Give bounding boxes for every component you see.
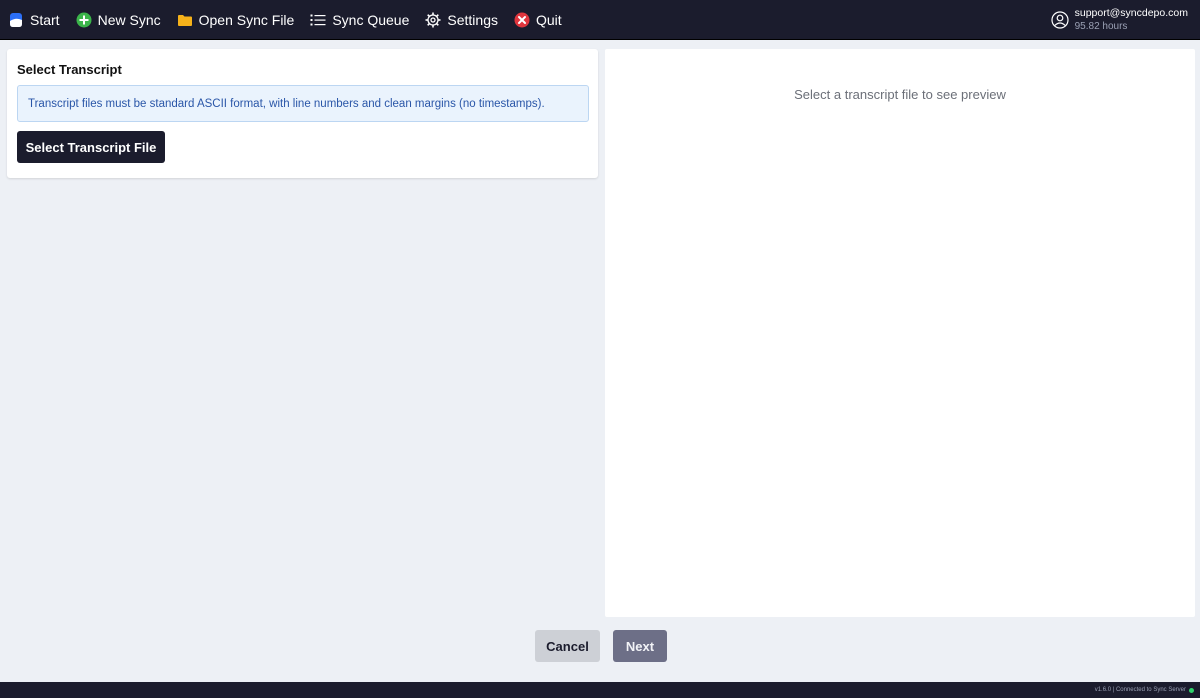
select-transcript-button[interactable]: Select Transcript File [17, 131, 165, 163]
close-circle-icon [514, 12, 530, 28]
menu-quit-label: Quit [535, 11, 562, 28]
menu-sync-queue[interactable]: Sync Queue [310, 0, 409, 40]
folder-icon [177, 12, 193, 28]
account-hours: 95.82 hours [1074, 21, 1128, 32]
status-text: v1.6.0 | Connected to Sync Server [1094, 687, 1186, 693]
section-title: Select Transcript [17, 62, 122, 77]
cancel-button[interactable]: Cancel [535, 630, 600, 662]
menu-open-sync-file[interactable]: Open Sync File [177, 0, 295, 40]
menu-new-sync[interactable]: New Sync [76, 0, 161, 40]
account-menu[interactable]: support@syncdepo.com 95.82 hours [1051, 6, 1188, 34]
connection-status-dot [1189, 687, 1194, 693]
menu-settings-label: Settings [447, 11, 498, 28]
user-circle-icon [1051, 11, 1069, 29]
top-menu-bar: Start New Sync Open Sync File Sync Queue… [0, 0, 1200, 40]
menu-sync-queue-label: Sync Queue [332, 11, 410, 28]
select-transcript-card: Select Transcript Transcript files must … [7, 49, 598, 178]
menu-start-label: Start [30, 11, 60, 28]
menu-new-sync-label: New Sync [97, 11, 161, 28]
app-window: Start New Sync Open Sync File Sync Queue… [0, 0, 1200, 698]
account-text: support@syncdepo.com 95.82 hours [1075, 7, 1188, 33]
menu-settings[interactable]: Settings [425, 0, 498, 40]
gear-icon [425, 12, 441, 28]
logo-icon [8, 12, 24, 28]
menu-open-sync-file-label: Open Sync File [198, 11, 295, 28]
next-button[interactable]: Next [613, 630, 667, 662]
preview-panel: Select a transcript file to see preview [605, 49, 1195, 617]
preview-placeholder: Select a transcript file to see preview [794, 87, 1006, 102]
plus-circle-icon [76, 12, 92, 28]
info-message: Transcript files must be standard ASCII … [17, 85, 589, 122]
status-bar: v1.6.0 | Connected to Sync Server [0, 682, 1200, 698]
menu-start[interactable]: Start [8, 0, 60, 40]
account-email: support@syncdepo.com [1074, 7, 1188, 19]
menu-quit[interactable]: Quit [514, 0, 562, 40]
list-icon [310, 12, 326, 28]
